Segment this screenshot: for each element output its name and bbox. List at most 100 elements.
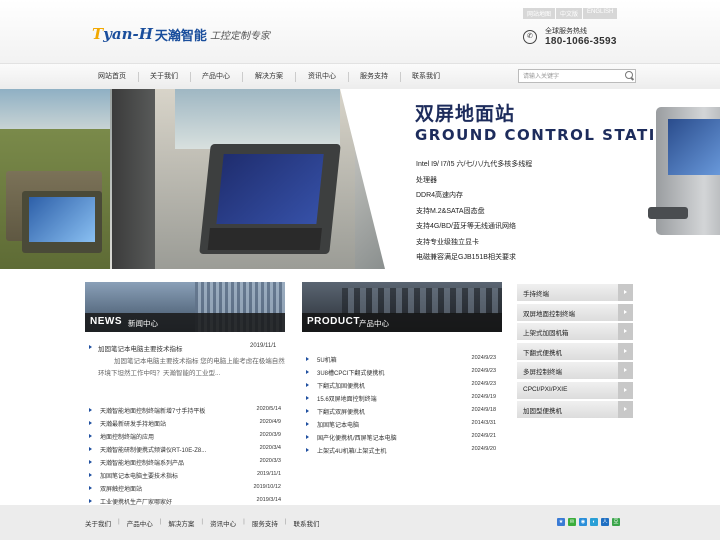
site-logo[interactable]: Tyan-H 天瀚智能 工控定制专家 xyxy=(92,24,270,44)
nav-home[interactable]: 网站首页 xyxy=(86,64,138,90)
footer-link-about[interactable]: 关于我们 xyxy=(85,518,111,528)
news-item-title[interactable]: 双屏触控地面站 xyxy=(100,484,142,493)
bullet-icon xyxy=(306,435,309,439)
news-item-title[interactable]: 天瀚最新研发手持地面站 xyxy=(100,419,166,428)
product-item-title[interactable]: 15.6双屏地面控制终端 xyxy=(317,394,377,403)
product-item-date: 2024/9/23 xyxy=(471,355,496,361)
search-box[interactable]: 请输入关键字 xyxy=(518,69,636,83)
search-input[interactable]: 请输入关键字 xyxy=(523,71,559,80)
footer-link-news[interactable]: 资讯中心 xyxy=(210,518,236,528)
nav-about[interactable]: 关于我们 xyxy=(138,64,190,90)
news-item-date: 2019/11/1 xyxy=(256,471,281,477)
bullet-icon xyxy=(89,421,92,425)
nav-solutions[interactable]: 解决方案 xyxy=(243,64,295,90)
wechat-icon[interactable]: ✉ xyxy=(568,518,576,526)
share-icons: ★ ✉ ◉ ◐ 人 豆 xyxy=(557,518,623,526)
product-header[interactable]: PRODUCT 产品中心 xyxy=(302,282,502,332)
sitemap-link[interactable]: 网站地图 xyxy=(523,8,556,19)
footer: 关于我们 | 产品中心 | 解决方案 | 资讯中心 | 服务支持 | 联系我们 ★ ✉ ◉… xyxy=(0,505,720,540)
weibo-icon[interactable]: ◉ xyxy=(579,518,587,526)
renren-icon[interactable]: 人 xyxy=(601,518,609,526)
footer-divider: | xyxy=(201,518,204,525)
list-item[interactable]: 天瀚智能地面控制终端系列产品 2020/3/3 xyxy=(85,456,285,469)
category-label: 手持终端 xyxy=(523,291,549,298)
qzone-icon[interactable]: ★ xyxy=(557,518,565,526)
bullet-icon xyxy=(306,448,309,452)
product-item-title[interactable]: 5U机箱 xyxy=(317,355,337,364)
news-item-title[interactable]: 加固笔记本电脑主要技术指标 xyxy=(100,471,178,480)
category-label: 加固型便携机 xyxy=(523,408,562,415)
banner-feature: Intel I9/ I7/I5 六/七/八/九代多核多线程 xyxy=(416,161,533,168)
banner-feature: 支持M.2&SATA固态盘 xyxy=(416,207,485,215)
list-item[interactable]: 下翻式双屏便携机 2024/9/18 xyxy=(302,405,502,418)
nav-contact[interactable]: 联系我们 xyxy=(400,64,452,90)
logo-brand: Tyan-H xyxy=(92,25,153,43)
product-item-date: 2014/3/31 xyxy=(471,420,496,426)
news-header[interactable]: NEWS 新闻中心 xyxy=(85,282,285,332)
news-item-date: 2019/3/14 xyxy=(256,497,281,503)
product-item-title[interactable]: 下翻式加固便携机 xyxy=(317,381,365,390)
category-label: 多屏控制终端 xyxy=(523,369,562,376)
list-item[interactable]: 加固笔记本电脑 2014/3/31 xyxy=(302,418,502,431)
list-item[interactable]: 上架式4U机箱/上架式主机 2024/9/20 xyxy=(302,444,502,457)
footer-link-solutions[interactable]: 解决方案 xyxy=(168,518,194,528)
footer-divider: | xyxy=(284,518,287,525)
category-item[interactable]: 下翻式便携机 xyxy=(517,342,633,360)
tencent-weibo-icon[interactable]: ◐ xyxy=(590,518,598,526)
product-item-title[interactable]: 下翻式双屏便携机 xyxy=(317,407,365,416)
english-link[interactable]: ENGLISH xyxy=(583,8,618,19)
banner-photo xyxy=(0,89,385,269)
list-item[interactable]: 3U8槽CPCI下翻式便携机 2024/9/23 xyxy=(302,366,502,379)
search-icon[interactable] xyxy=(625,71,633,79)
news-item-title[interactable]: 天瀚智能研制便携式频谱仪RT-10E-Z8... xyxy=(100,445,206,454)
list-item[interactable]: 加固笔记本电脑主要技术指标 2019/11/1 xyxy=(85,469,285,482)
footer-link-contact[interactable]: 联系我们 xyxy=(294,518,320,528)
news-item-date: 2020/5/14 xyxy=(256,406,281,412)
category-item[interactable]: 加固型便携机 xyxy=(517,401,633,418)
banner-feature: 电磁兼容满足GJB151B相关要求 xyxy=(416,254,516,261)
footer-divider: | xyxy=(118,518,120,525)
bullet-icon xyxy=(89,345,92,349)
featured-news-desc: 加固笔记本电脑主要技术指标 您的电脑上能考虑在极端自然环境下坦然工作中吗？天瀚智… xyxy=(98,358,285,377)
footer-link-products[interactable]: 产品中心 xyxy=(127,518,153,528)
list-item[interactable]: 双屏触控地面站 2019/10/12 xyxy=(85,482,285,495)
bullet-icon xyxy=(89,499,92,503)
nav-news[interactable]: 资讯中心 xyxy=(296,64,348,90)
chinese-link[interactable]: 中文版 xyxy=(556,8,583,19)
nav-products[interactable]: 产品中心 xyxy=(190,64,242,90)
news-item-title[interactable]: 天瀚智能地面控制终端系列产品 xyxy=(100,458,184,467)
nav-support[interactable]: 服务支持 xyxy=(348,64,400,90)
category-item[interactable]: 多屏控制终端 xyxy=(517,362,633,379)
footer-link-support[interactable]: 服务支持 xyxy=(252,518,278,528)
douban-icon[interactable]: 豆 xyxy=(612,518,620,526)
news-item-title[interactable]: 地面控制终端的应用 xyxy=(100,432,154,441)
category-item[interactable]: 手持终端 xyxy=(517,284,633,301)
list-item[interactable]: 5U机箱 2024/9/23 xyxy=(302,353,502,366)
list-item[interactable]: 地面控制终端的应用 2020/3/9 xyxy=(85,430,285,443)
bullet-icon xyxy=(89,486,92,490)
category-item[interactable]: 双屏地面控制终端 xyxy=(517,303,633,321)
chevron-right-icon xyxy=(618,284,633,301)
hero-banner[interactable]: 双屏地面站 GROUND CONTROL STATION (GCS) Intel… xyxy=(0,89,720,269)
product-item-date: 2024/9/19 xyxy=(471,394,496,400)
category-item[interactable]: 上架式加固机箱 xyxy=(517,323,633,340)
list-item[interactable]: 天瀚智能地面控制终端新增7寸手持平板 2020/5/14 xyxy=(85,404,285,417)
list-item[interactable]: 下翻式加固便携机 2024/9/23 xyxy=(302,379,502,392)
list-item[interactable]: 15.6双屏地面控制终端 2024/9/19 xyxy=(302,392,502,405)
hotline-number: 180-1066-3593 xyxy=(545,36,617,47)
news-section: NEWS 新闻中心 加固笔记本电脑主要技术指标 2019/11/1 加固笔记本电… xyxy=(85,282,285,506)
news-item-title[interactable]: 天瀚智能地面控制终端新增7寸手持平板 xyxy=(100,406,205,415)
product-item-title[interactable]: 加固笔记本电脑 xyxy=(317,420,359,429)
list-item[interactable]: 国产化便携机/西屏笔记本电脑 2024/9/21 xyxy=(302,431,502,444)
list-item[interactable]: 天瀚智能研制便携式频谱仪RT-10E-Z8... 2020/3/4 xyxy=(85,443,285,456)
product-item-title[interactable]: 3U8槽CPCI下翻式便携机 xyxy=(317,368,384,377)
list-item[interactable]: 天瀚最新研发手持地面站 2020/4/9 xyxy=(85,417,285,430)
product-item-title[interactable]: 上架式4U机箱/上架式主机 xyxy=(317,446,386,455)
bullet-icon xyxy=(89,434,92,438)
featured-news-title[interactable]: 加固笔记本电脑主要技术指标 xyxy=(98,343,183,353)
product-item-title[interactable]: 国产化便携机/西屏笔记本电脑 xyxy=(317,433,397,442)
category-item[interactable]: CPCI/PXI/PXIE xyxy=(517,381,633,399)
banner-feature-list: Intel I9/ I7/I5 六/七/八/九代多核多线程 处理器 DDR4高速… xyxy=(416,157,532,266)
category-label: 上架式加固机箱 xyxy=(523,330,569,337)
banner-feature: 支持4G/BD/蓝牙等无线通讯网络 xyxy=(416,223,516,230)
